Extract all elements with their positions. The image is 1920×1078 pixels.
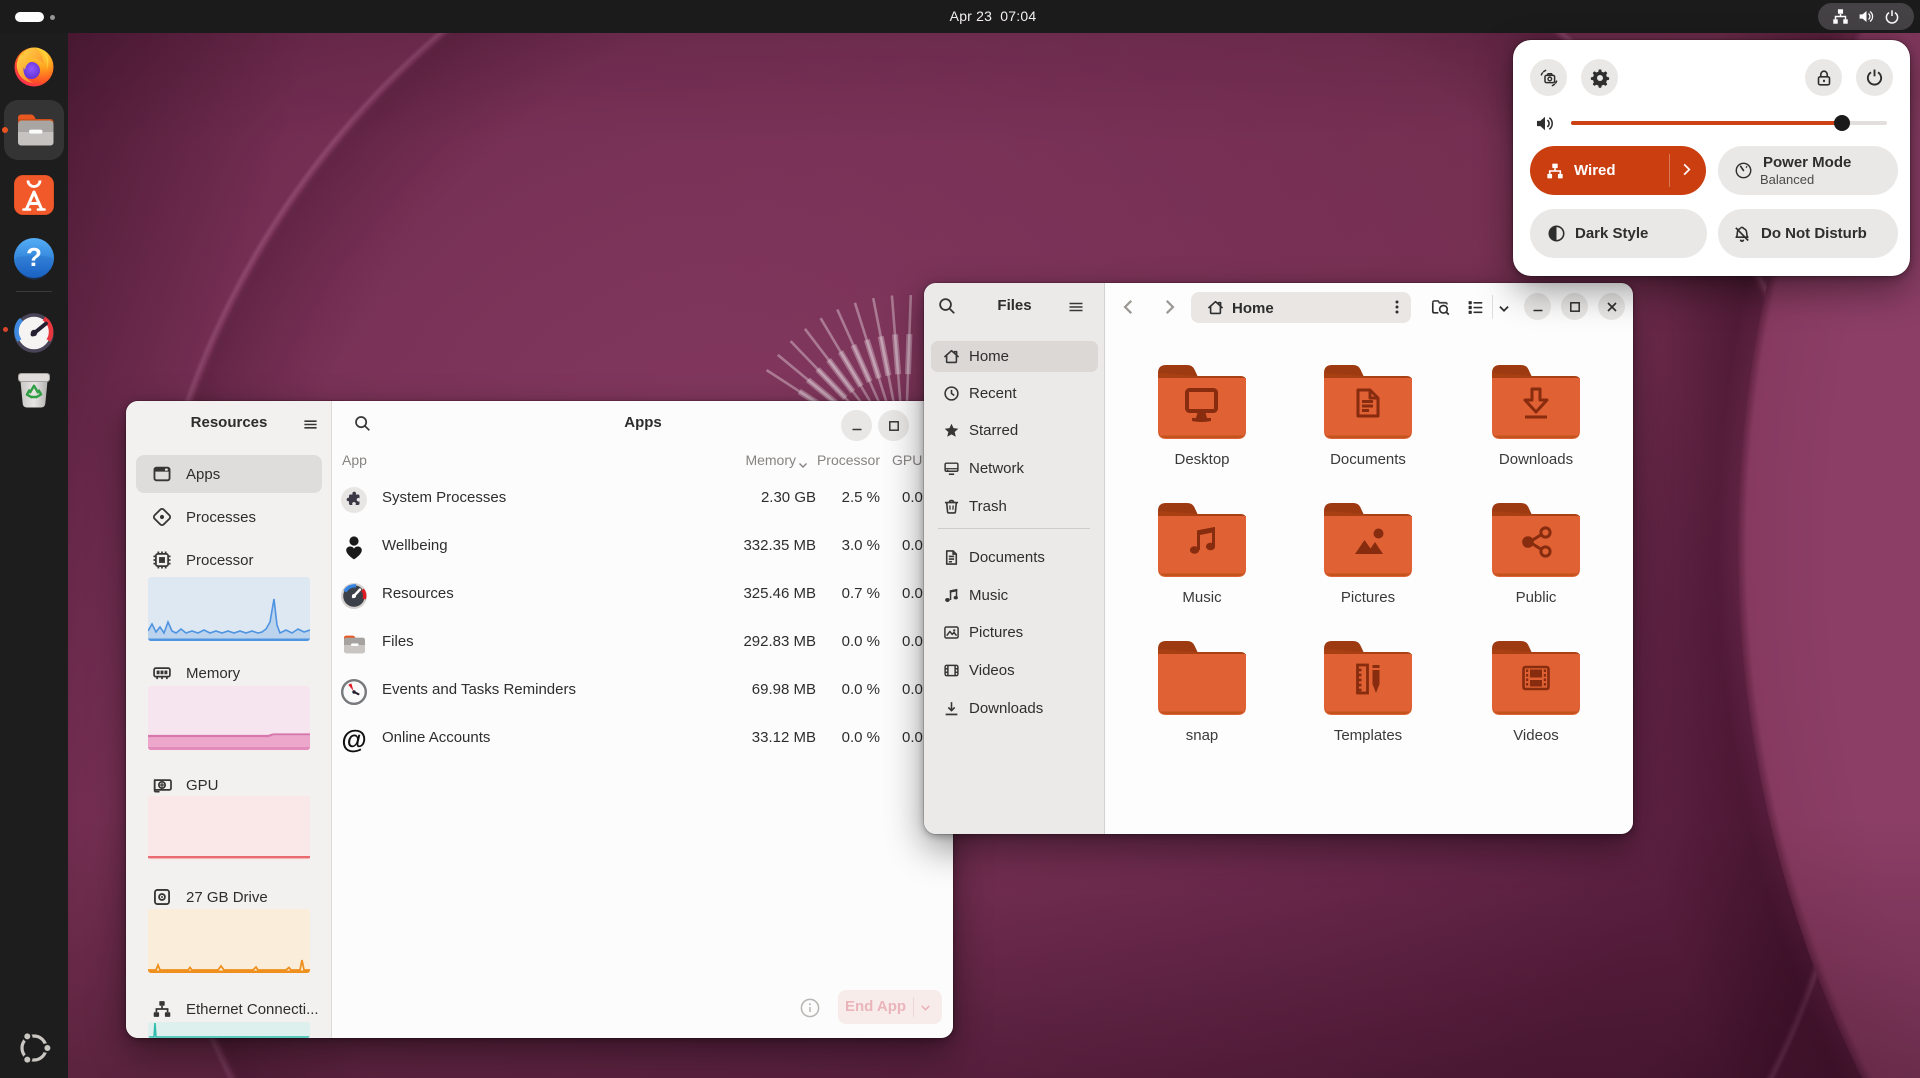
svg-text:?: ? [26,242,42,272]
svg-text:@: @ [341,726,366,754]
